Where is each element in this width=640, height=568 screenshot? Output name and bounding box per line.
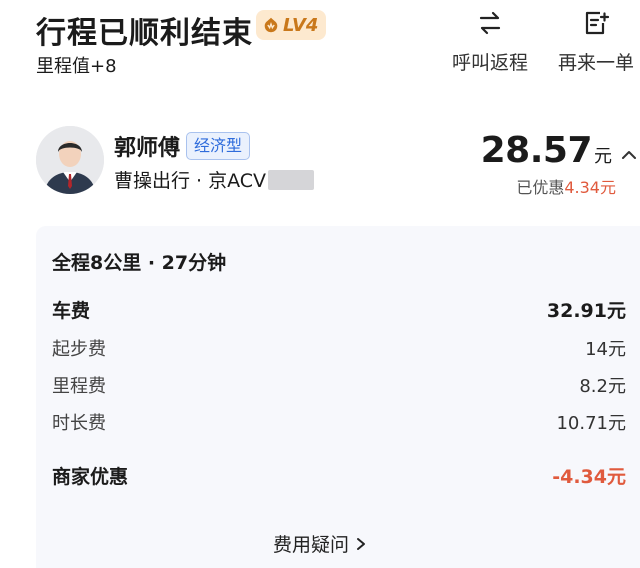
fare-total-value: 32.91元 [546, 300, 626, 322]
discount-prefix: 已优惠 [516, 178, 565, 197]
fee-question-label: 费用疑问 [272, 534, 349, 556]
reorder-label: 再来一单 [557, 52, 634, 74]
ride-type-badge: 经济型 [186, 132, 251, 160]
add-order-icon [585, 11, 610, 35]
fee-value: 8.2元 [579, 376, 626, 397]
fare-total-row: 车费 32.91元 [52, 296, 626, 323]
merchant-discount-row: 商家优惠 -4.34元 [52, 462, 626, 489]
provider-plate: 曹操出行 · 京ACV [114, 170, 267, 192]
fee-value: 14元 [585, 339, 626, 360]
merchant-discount-label: 商家优惠 [52, 466, 129, 488]
reorder-button[interactable]: 再来一单 [546, 8, 640, 75]
discount-amount: 4.34元 [564, 178, 616, 197]
chevron-up-icon[interactable] [620, 146, 638, 164]
page-title: 行程已顺利结束 [36, 16, 253, 51]
fee-row: 里程费 8.2元 [52, 372, 626, 398]
discount-summary: 已优惠4.34元 [516, 174, 616, 198]
trip-summary: 全程8公里 · 27分钟 [52, 252, 227, 274]
driver-portrait-icon [36, 126, 104, 194]
plate-redaction [268, 170, 314, 190]
swap-arrows-icon [479, 11, 501, 35]
price-total: 28.57 元 [481, 130, 612, 171]
fee-question-link[interactable]: 费用疑问 [0, 530, 640, 557]
merchant-discount-value: -4.34元 [552, 466, 626, 488]
call-return-label: 呼叫返程 [451, 52, 528, 74]
fee-row: 起步费 14元 [52, 335, 626, 361]
call-return-button[interactable]: 呼叫返程 [440, 8, 540, 75]
driver-name: 郭师傅 [114, 136, 181, 161]
mileage-points: 里程值+8 [36, 56, 117, 77]
fee-row: 时长费 10.71元 [52, 409, 626, 435]
fare-total-label: 车费 [52, 300, 91, 322]
fee-label: 里程费 [52, 376, 106, 397]
price-unit: 元 [594, 146, 612, 167]
fee-value: 10.71元 [556, 413, 626, 434]
chevron-right-icon [355, 534, 367, 556]
fee-label: 时长费 [52, 413, 106, 434]
crown-icon [264, 17, 278, 33]
price-amount: 28.57 [480, 130, 593, 171]
level-text: LV4 [283, 14, 319, 36]
level-badge: LV4 [256, 10, 327, 40]
fee-label: 起步费 [52, 339, 106, 360]
driver-avatar [36, 126, 104, 194]
